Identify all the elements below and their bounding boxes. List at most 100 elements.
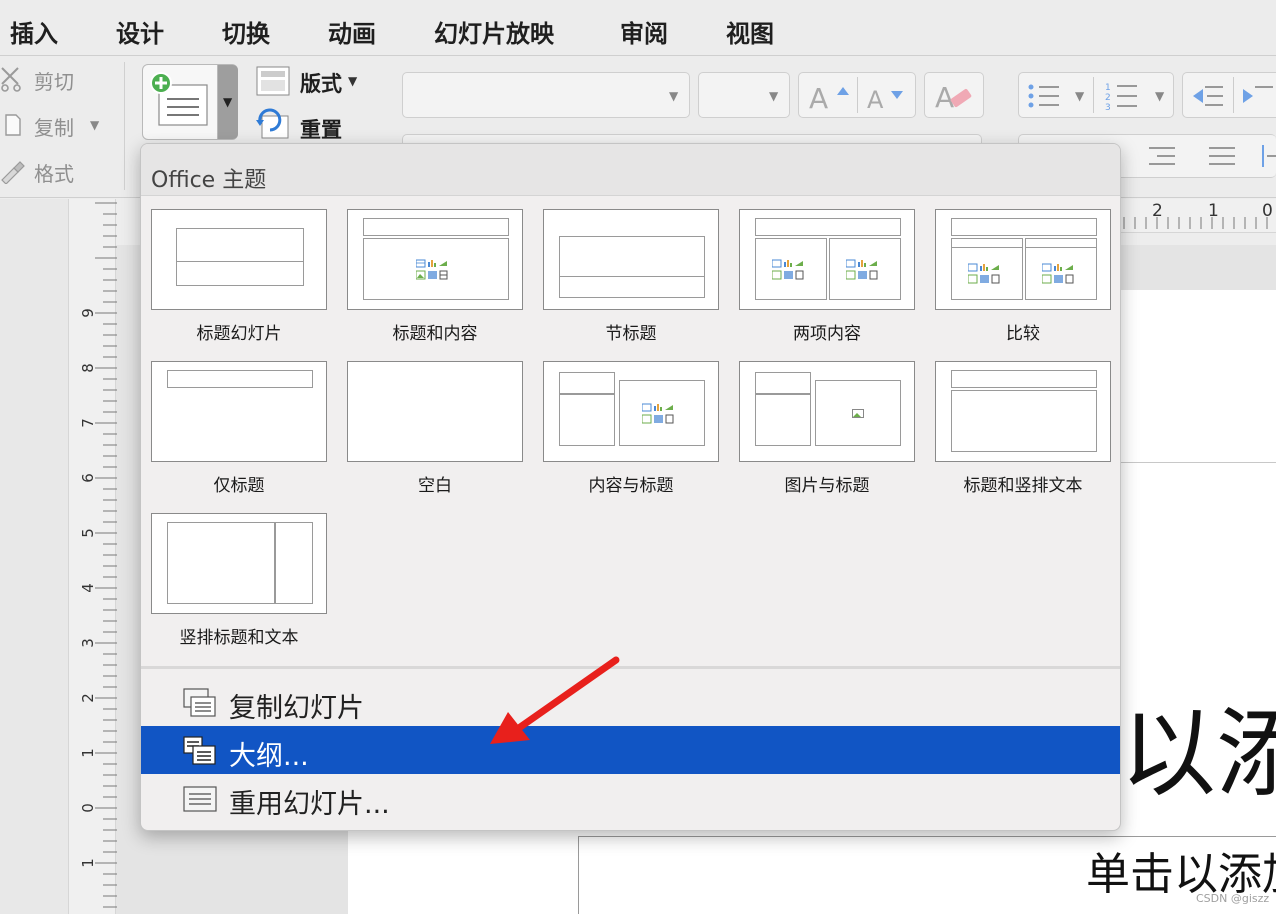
- content-icons: [416, 259, 448, 280]
- chevron-down-icon: ▼: [669, 89, 679, 103]
- layout-title-and-vertical-text[interactable]: 标题和竖排文本: [935, 361, 1111, 496]
- content-icons: [772, 259, 804, 280]
- font-size-buttons: A A: [798, 72, 916, 118]
- font-size-select[interactable]: ▼: [698, 72, 790, 118]
- watermark: CSDN @giszz: [1196, 892, 1270, 905]
- tab-slideshow[interactable]: 幻灯片放映: [434, 14, 554, 49]
- layout-title-and-content[interactable]: 标题和内容: [347, 209, 523, 344]
- chevron-down-icon: ▼: [769, 89, 779, 103]
- text-placeholder: [755, 394, 811, 446]
- layout-two-content[interactable]: 两项内容: [739, 209, 915, 344]
- align-right-icon[interactable]: [1147, 145, 1177, 167]
- list-buttons: ▼ 1 2 3 ▼: [1018, 72, 1174, 118]
- ruler-label: 0: [1262, 201, 1273, 221]
- ruler-label: 2: [1152, 201, 1163, 221]
- ruler-label: 2: [78, 693, 97, 703]
- title-placeholder[interactable]: 以添: [1120, 676, 1276, 815]
- font-name-select[interactable]: ▼: [402, 72, 690, 118]
- layout-title-only[interactable]: 仅标题: [151, 361, 327, 496]
- tab-review[interactable]: 审阅: [620, 14, 668, 49]
- title-placeholder: [275, 522, 313, 604]
- command-label: 重用幻灯片...: [229, 789, 390, 820]
- layout-name: 标题幻灯片: [196, 324, 282, 344]
- ruler-label: 8: [78, 363, 97, 373]
- horizontal-ruler-ticks: [1123, 217, 1268, 229]
- title-placeholder: [176, 228, 304, 286]
- justify-icon[interactable]: [1207, 145, 1237, 167]
- divider: [176, 261, 304, 262]
- layout-name: 图片与标题: [784, 476, 870, 496]
- chevron-down-icon[interactable]: ▼: [90, 118, 99, 132]
- layout-thumbnail: [543, 209, 719, 310]
- layout-thumbnail: [347, 209, 523, 310]
- command-label: 复制幻灯片: [229, 693, 364, 724]
- content-icons: [1042, 263, 1074, 284]
- decrease-indent-icon[interactable]: [1191, 83, 1225, 109]
- tab-design[interactable]: 设计: [116, 14, 164, 49]
- layout-name: 节标题: [605, 324, 657, 344]
- tab-insert[interactable]: 插入: [10, 14, 58, 49]
- layout-vertical-title-and-text[interactable]: 竖排标题和文本: [151, 513, 327, 648]
- shrink-font-icon[interactable]: A: [865, 81, 909, 111]
- indent-buttons: [1182, 72, 1276, 118]
- layout-blank[interactable]: 空白: [347, 361, 523, 496]
- chevron-down-icon[interactable]: ▼: [1155, 89, 1164, 103]
- content-placeholder: [363, 238, 509, 300]
- command-label: 大纲...: [229, 741, 309, 772]
- layout-name: 仅标题: [213, 476, 265, 496]
- content-placeholder: [1025, 238, 1097, 300]
- layout-title-slide[interactable]: 标题幻灯片: [151, 209, 327, 344]
- ruler-label: 1: [78, 748, 97, 758]
- layout-comparison[interactable]: 比较: [935, 209, 1111, 344]
- chevron-down-icon[interactable]: ▼: [348, 74, 357, 88]
- reset-button[interactable]: 重置: [300, 114, 342, 144]
- bullet-list-icon[interactable]: [1027, 83, 1061, 109]
- duplicate-slide-command[interactable]: 复制幻灯片: [141, 678, 1120, 726]
- layout-thumbnail: [151, 361, 327, 462]
- layout-button[interactable]: 版式: [300, 68, 342, 98]
- new-slide-button[interactable]: ▼: [142, 64, 238, 140]
- layout-thumbnail: [739, 361, 915, 462]
- reuse-slides-command[interactable]: 重用幻灯片...: [141, 774, 1120, 822]
- ruler-label: 1: [78, 858, 97, 868]
- text-placeholder: [951, 390, 1097, 452]
- format-painter-button[interactable]: 格式: [0, 154, 118, 188]
- ruler-label: 0: [78, 803, 97, 813]
- copy-button[interactable]: 复制 ▼: [0, 108, 118, 142]
- new-slide-dropdown-toggle[interactable]: ▼: [217, 65, 238, 139]
- content-placeholder: [951, 238, 1023, 300]
- columns-icon[interactable]: [1261, 143, 1276, 169]
- annotation-arrow-icon: [490, 656, 620, 744]
- layout-icon: [256, 66, 290, 96]
- chevron-down-icon: ▼: [223, 95, 233, 109]
- brush-icon: [1, 161, 25, 184]
- tab-animations[interactable]: 动画: [328, 14, 376, 49]
- text-placeholder: [167, 522, 275, 604]
- layout-name: 内容与标题: [588, 476, 674, 496]
- tab-transitions[interactable]: 切换: [222, 14, 270, 49]
- cut-button[interactable]: 剪切: [0, 62, 118, 96]
- title-placeholder: [559, 372, 615, 394]
- thumbnail-pane: [0, 199, 68, 914]
- svg-text:3: 3: [1105, 103, 1111, 111]
- content-placeholder: [619, 380, 705, 446]
- outline-command[interactable]: 大纲...: [141, 726, 1120, 774]
- new-slide-icon: [150, 72, 208, 126]
- divider: [124, 62, 125, 190]
- clear-formatting-button[interactable]: A: [924, 72, 984, 118]
- grow-font-icon[interactable]: A: [807, 81, 851, 111]
- title-placeholder: [167, 370, 313, 388]
- title-placeholder-border: [1120, 462, 1276, 463]
- numbered-list-icon[interactable]: 1 2 3: [1105, 81, 1139, 111]
- layout-content-with-caption[interactable]: 内容与标题: [543, 361, 719, 496]
- chevron-down-icon[interactable]: ▼: [1075, 89, 1084, 103]
- increase-indent-icon[interactable]: [1241, 83, 1275, 109]
- layout-section-header[interactable]: 节标题: [543, 209, 719, 344]
- svg-text:A: A: [809, 82, 828, 111]
- ruler-label: 1: [1208, 201, 1219, 221]
- scissors-icon: [1, 67, 21, 92]
- tab-view[interactable]: 视图: [726, 14, 774, 49]
- layout-picture-with-caption[interactable]: 图片与标题: [739, 361, 915, 496]
- divider: [141, 666, 1120, 669]
- layout-name: 标题和内容: [392, 324, 478, 344]
